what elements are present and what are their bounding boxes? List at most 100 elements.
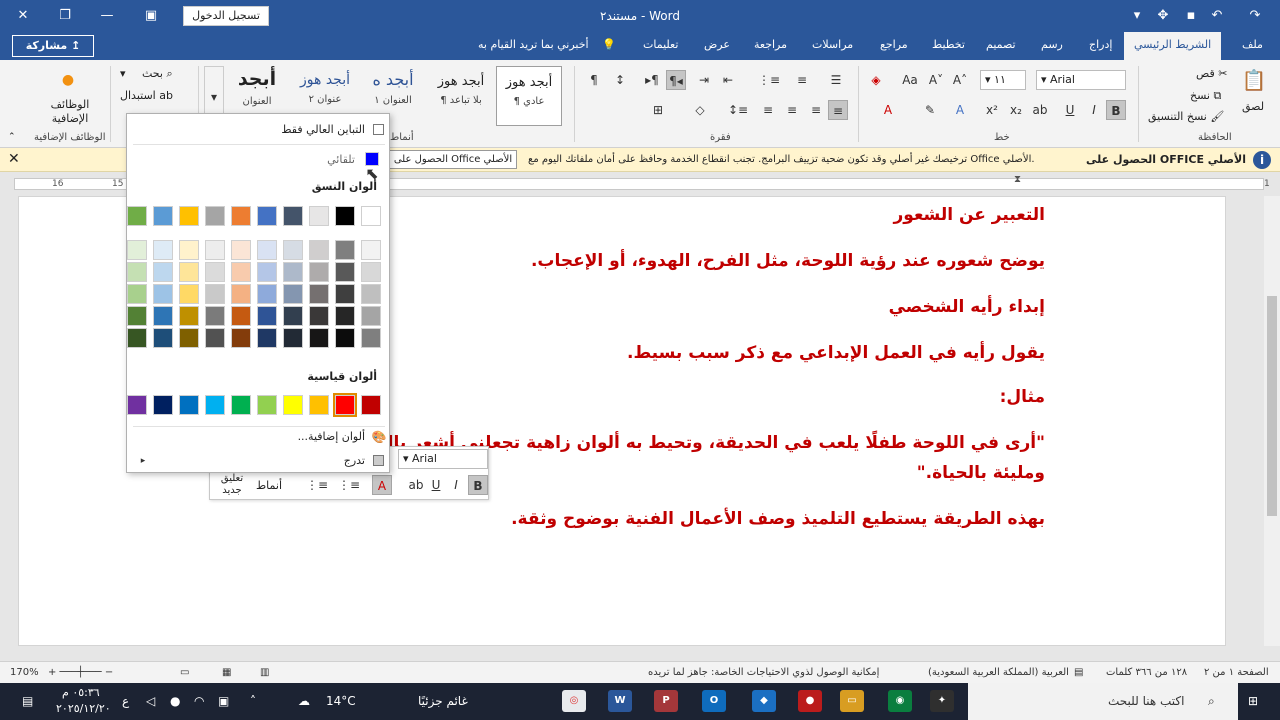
customize-qat-icon[interactable]: ▾ bbox=[1126, 6, 1148, 26]
tell-me-search[interactable]: أخبرني بما تريد القيام به bbox=[478, 38, 589, 51]
theme-shade-swatch[interactable] bbox=[231, 328, 251, 348]
find-button[interactable]: بحث ⌕ bbox=[142, 67, 173, 81]
theme-shade-swatch[interactable] bbox=[257, 328, 277, 348]
mini-numbering-icon[interactable]: ⋮≡ bbox=[306, 475, 328, 495]
tab-view[interactable]: عرض bbox=[704, 38, 730, 51]
weather-text[interactable]: غائم جزئيًا bbox=[418, 694, 468, 708]
theme-shade-swatch[interactable] bbox=[257, 284, 277, 304]
theme-shade-swatch[interactable] bbox=[127, 306, 147, 326]
theme-shade-swatch[interactable] bbox=[179, 240, 199, 260]
indent-marker-icon[interactable]: ⧗ bbox=[1014, 174, 1021, 185]
paste-label[interactable]: لصق bbox=[1242, 100, 1264, 113]
replace-button[interactable]: استبدال ab bbox=[120, 89, 173, 102]
rtl-direction-icon[interactable]: ¶◂ bbox=[666, 70, 686, 90]
shrink-font-icon[interactable]: A˅ bbox=[926, 70, 946, 90]
vertical-scrollbar[interactable] bbox=[1264, 196, 1280, 646]
multilevel-list-icon[interactable]: ⋮≡ bbox=[758, 70, 780, 90]
theme-shade-swatch[interactable] bbox=[283, 306, 303, 326]
tab-draw[interactable]: رسم bbox=[1041, 38, 1063, 51]
gradient-button[interactable]: تدرج bbox=[344, 454, 365, 467]
microphone-icon[interactable]: ● bbox=[170, 694, 180, 708]
show-marks-icon[interactable]: ¶ bbox=[584, 70, 604, 90]
standard-color-swatch[interactable] bbox=[231, 395, 251, 415]
shading-icon[interactable]: ◇ bbox=[690, 100, 710, 120]
mini-new-comment-button[interactable]: تعليق جديد bbox=[214, 473, 250, 497]
doc-paragraph[interactable]: بهذه الطريقة يستطيع التلميذ وصف الأعمال … bbox=[511, 509, 1045, 529]
standard-color-swatch[interactable] bbox=[205, 395, 225, 415]
grow-font-icon[interactable]: A˄ bbox=[950, 70, 970, 90]
paste-icon[interactable]: 📋 bbox=[1240, 70, 1268, 98]
theme-color-swatch[interactable] bbox=[231, 206, 251, 226]
theme-shade-swatch[interactable] bbox=[231, 240, 251, 260]
theme-shade-swatch[interactable] bbox=[205, 240, 225, 260]
mini-font-box[interactable]: ▾ Arial bbox=[398, 449, 488, 469]
tab-review[interactable]: مراجعة bbox=[754, 38, 787, 51]
tab-insert[interactable]: إدراج bbox=[1089, 38, 1112, 51]
theme-shade-swatch[interactable] bbox=[231, 284, 251, 304]
highlight-icon[interactable]: ✎ bbox=[920, 100, 940, 120]
standard-color-swatch[interactable] bbox=[309, 395, 329, 415]
high-contrast-checkbox[interactable] bbox=[373, 124, 384, 135]
theme-shade-swatch[interactable] bbox=[361, 284, 381, 304]
notifications-icon[interactable]: ▤ bbox=[22, 694, 33, 708]
theme-color-swatch[interactable] bbox=[153, 206, 173, 226]
word-taskbar-icon[interactable]: W bbox=[608, 690, 632, 712]
close-icon[interactable]: ✕ bbox=[8, 151, 20, 167]
volume-icon[interactable]: ◁ bbox=[146, 694, 155, 708]
bold-icon[interactable]: B bbox=[1106, 100, 1126, 120]
undo-icon[interactable]: ↶ bbox=[1206, 6, 1228, 26]
collapse-ribbon-icon[interactable]: ⌃ bbox=[8, 132, 16, 142]
theme-shade-swatch[interactable] bbox=[127, 284, 147, 304]
theme-color-swatch[interactable] bbox=[361, 206, 381, 226]
theme-shade-swatch[interactable] bbox=[205, 306, 225, 326]
theme-shade-swatch[interactable] bbox=[127, 240, 147, 260]
taskbar-search[interactable]: اكتب هنا للبحث ⌕ bbox=[968, 683, 1238, 720]
standard-color-swatch[interactable] bbox=[361, 395, 381, 415]
mini-highlight-icon[interactable]: ab bbox=[406, 475, 426, 495]
theme-shade-swatch[interactable] bbox=[179, 262, 199, 282]
proofing-icon[interactable]: ▤ bbox=[1074, 667, 1083, 678]
theme-color-swatch[interactable] bbox=[283, 206, 303, 226]
numbering-icon[interactable]: ≡ bbox=[792, 70, 812, 90]
theme-shade-swatch[interactable] bbox=[335, 240, 355, 260]
scroll-thumb[interactable] bbox=[1267, 296, 1277, 516]
theme-shade-swatch[interactable] bbox=[179, 306, 199, 326]
copy-button[interactable]: نسخ ⧉ bbox=[1190, 89, 1221, 103]
temperature[interactable]: 14°C bbox=[326, 694, 356, 708]
standard-color-swatch[interactable] bbox=[333, 393, 357, 417]
theme-shade-swatch[interactable] bbox=[231, 306, 251, 326]
theme-color-swatch[interactable] bbox=[309, 206, 329, 226]
touch-mode-icon[interactable]: ✥ bbox=[1152, 6, 1174, 26]
style-no-spacing[interactable]: أبجد هوز ¶ بلا تباعد bbox=[428, 66, 494, 126]
align-left-icon[interactable]: ≡ bbox=[782, 100, 802, 120]
language-status[interactable]: العربية (المملكة العربية السعودية) bbox=[928, 667, 1069, 678]
theme-shade-swatch[interactable] bbox=[283, 240, 303, 260]
powerpoint-icon[interactable]: P bbox=[654, 690, 678, 712]
font-name-box[interactable]: ▾ Arial bbox=[1036, 70, 1126, 90]
network-icon[interactable]: ▣ bbox=[218, 694, 229, 708]
text-effects-icon[interactable]: A bbox=[950, 100, 970, 120]
align-center-icon[interactable]: ≡ bbox=[806, 100, 826, 120]
app-icon[interactable]: ● bbox=[798, 690, 822, 712]
store-icon[interactable]: ◆ bbox=[752, 690, 776, 712]
theme-shade-swatch[interactable] bbox=[309, 240, 329, 260]
doc-paragraph[interactable]: يقول رأيه في العمل الإبداعي مع ذكر سبب ب… bbox=[627, 343, 1045, 363]
change-case-icon[interactable]: Aa bbox=[900, 70, 920, 90]
clear-format-icon[interactable]: ◈ bbox=[866, 70, 886, 90]
theme-shade-swatch[interactable] bbox=[361, 328, 381, 348]
widgets-icon[interactable]: ✦ bbox=[930, 690, 954, 712]
style-normal[interactable]: أبجد هوز ¶ عادي bbox=[496, 66, 562, 126]
theme-shade-swatch[interactable] bbox=[127, 262, 147, 282]
mini-font-color-icon[interactable]: A bbox=[372, 475, 392, 495]
subscript-icon[interactable]: x₂ bbox=[1006, 100, 1026, 120]
theme-shade-swatch[interactable] bbox=[231, 262, 251, 282]
font-color-icon[interactable]: A bbox=[878, 100, 898, 120]
standard-color-swatch[interactable] bbox=[127, 395, 147, 415]
standard-color-swatch[interactable] bbox=[179, 395, 199, 415]
windows-start-icon[interactable]: ⊞ bbox=[1248, 694, 1258, 708]
standard-color-swatch[interactable] bbox=[283, 395, 303, 415]
chrome-icon[interactable]: ◎ bbox=[562, 690, 586, 712]
theme-shade-swatch[interactable] bbox=[257, 262, 277, 282]
increase-indent-icon[interactable]: ⇥ bbox=[694, 70, 714, 90]
redo-icon[interactable]: ↷ bbox=[1244, 6, 1266, 26]
